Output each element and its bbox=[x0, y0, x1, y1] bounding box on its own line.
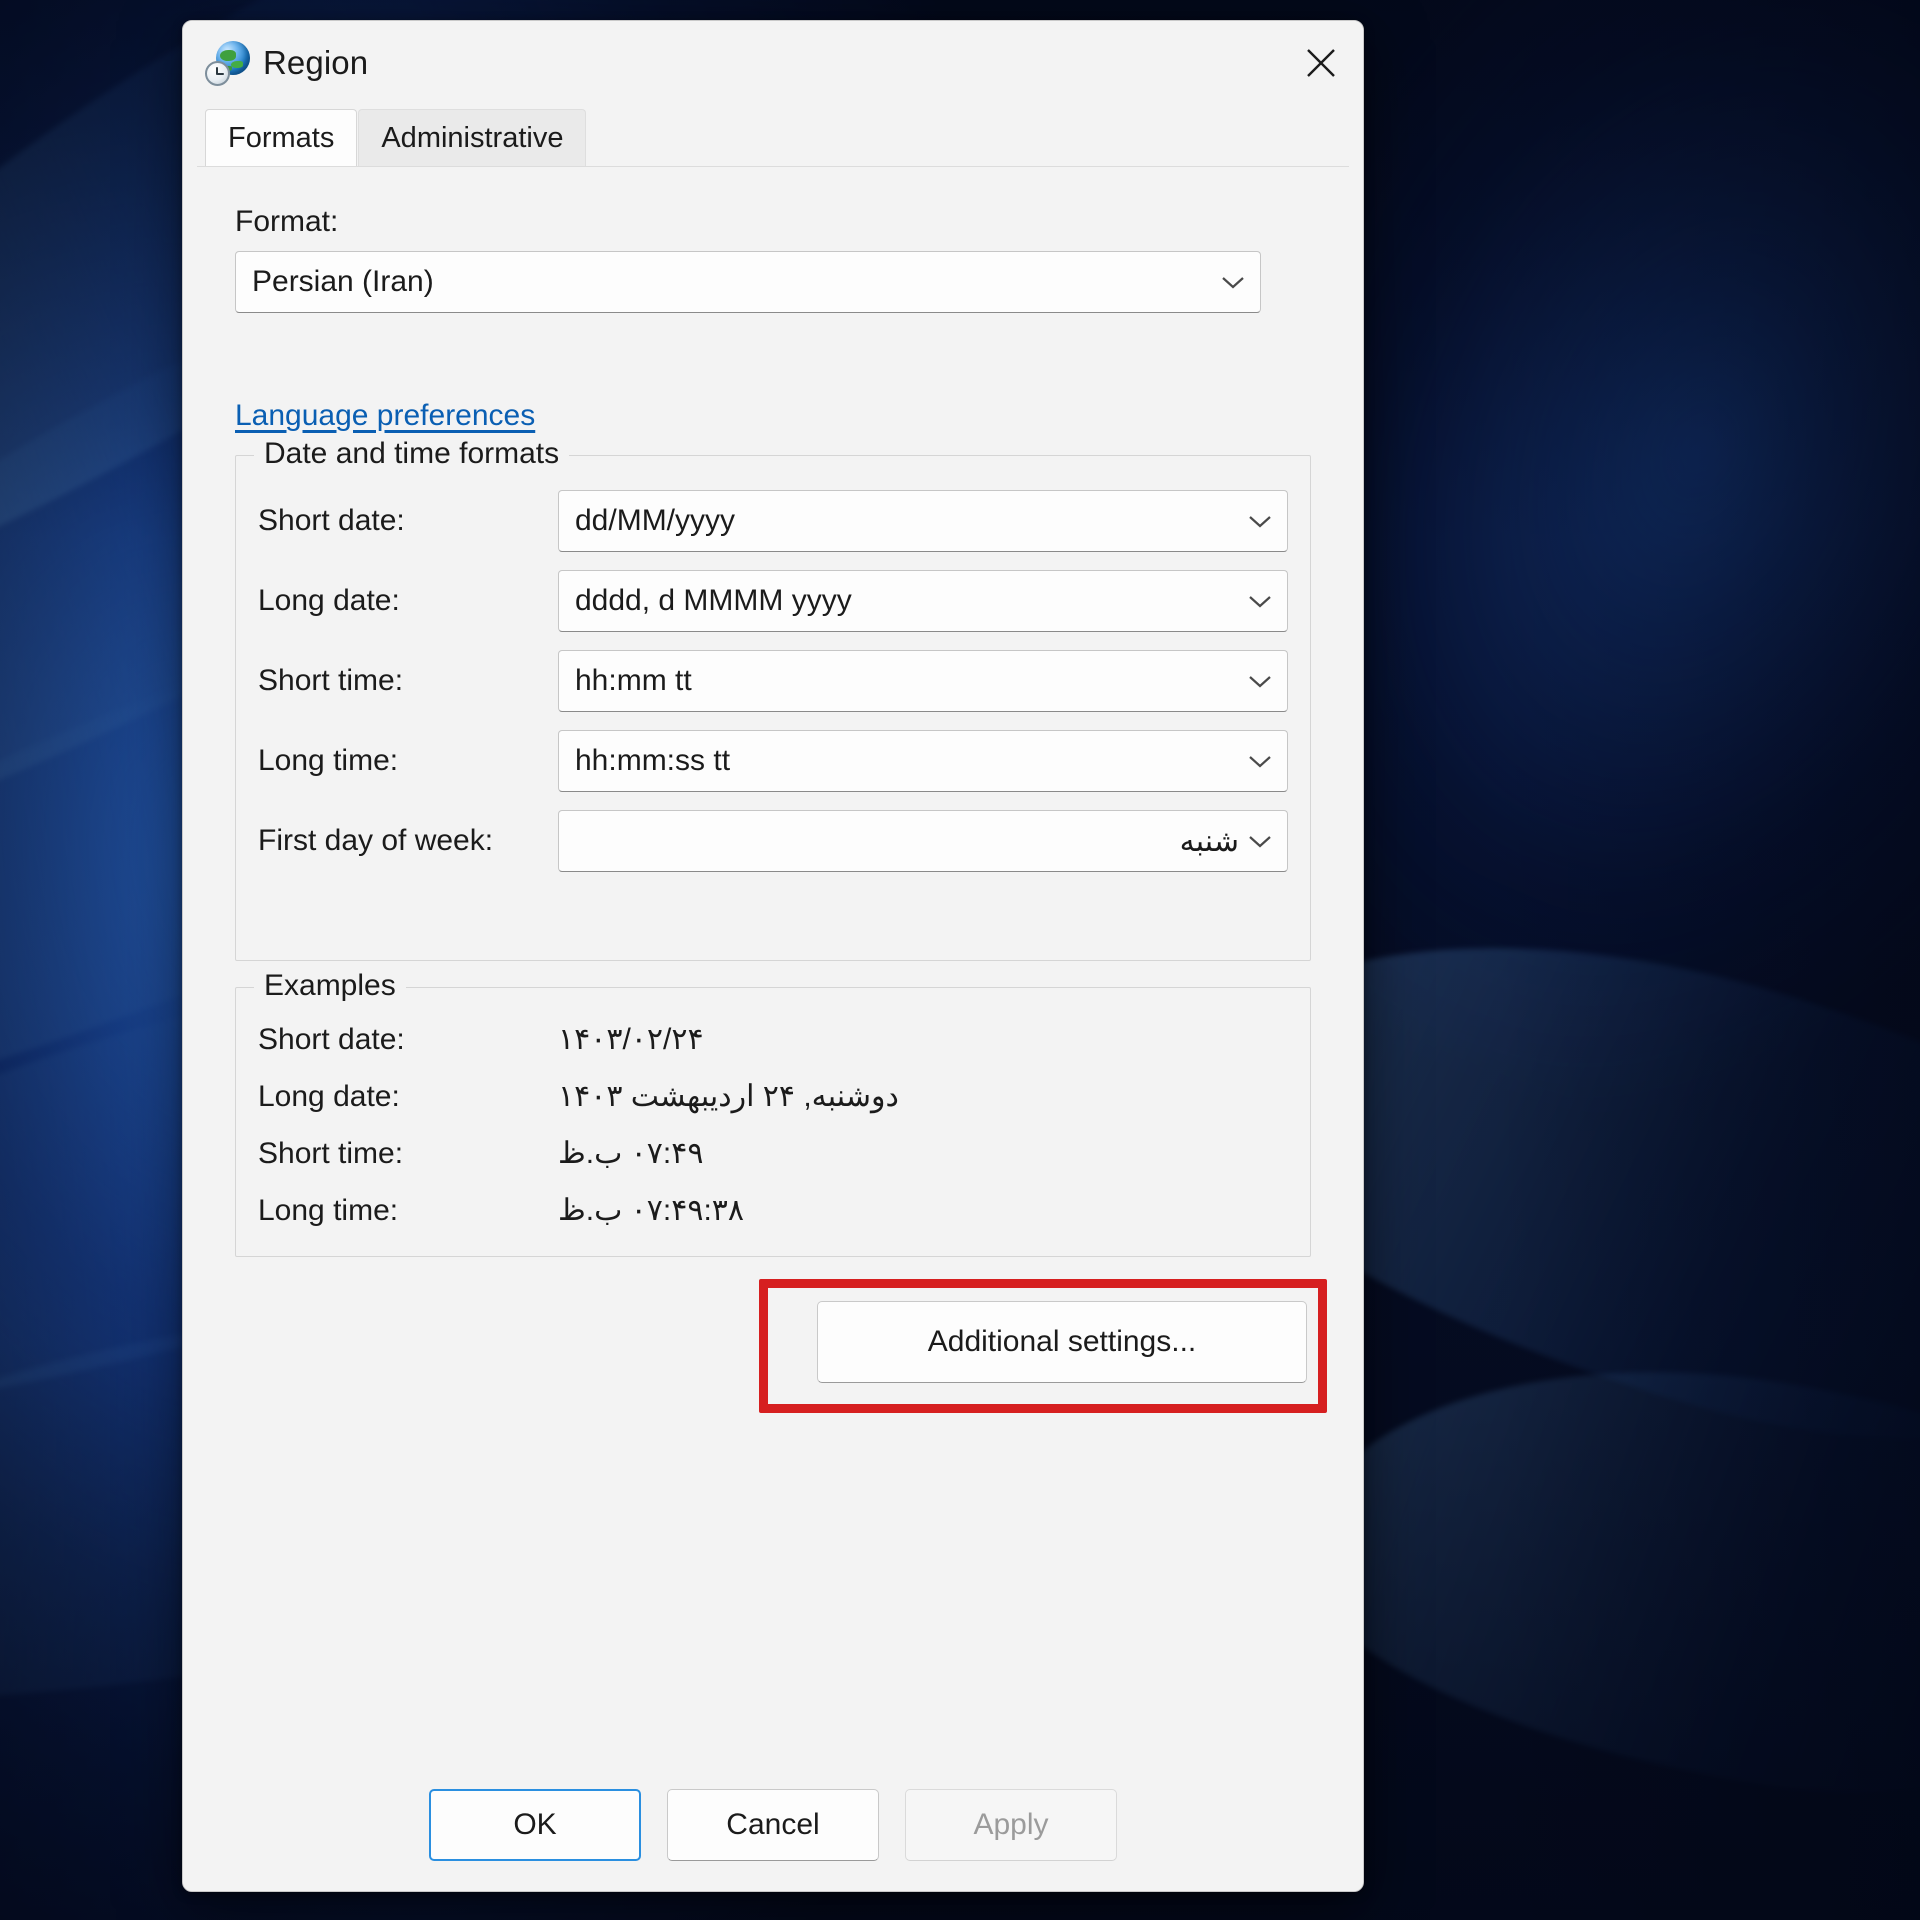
row-first-day-of-week: First day of week: شنبه bbox=[258, 810, 1288, 872]
examples-group: Examples Short date: ۱۴۰۳/۰۲/۲۴ Long dat… bbox=[235, 987, 1311, 1257]
formats-tab-page: Format: Persian (Iran) Language preferen… bbox=[197, 166, 1349, 1755]
long-time-value: hh:mm:ss tt bbox=[575, 744, 730, 778]
close-icon[interactable] bbox=[1279, 21, 1363, 105]
long-time-combobox[interactable]: hh:mm:ss tt bbox=[558, 730, 1288, 792]
first-day-of-week-value: شنبه bbox=[575, 824, 1239, 859]
additional-settings-button[interactable]: Additional settings... bbox=[817, 1301, 1307, 1383]
short-date-label: Short date: bbox=[258, 504, 558, 538]
short-time-value: hh:mm tt bbox=[575, 664, 692, 698]
examples-group-title: Examples bbox=[254, 969, 406, 1003]
tab-strip: Formats Administrative bbox=[183, 109, 1363, 166]
window-title: Region bbox=[263, 44, 368, 82]
apply-button: Apply bbox=[905, 1789, 1117, 1861]
title-bar: Region bbox=[183, 21, 1363, 105]
format-combobox-value: Persian (Iran) bbox=[252, 265, 434, 299]
short-date-combobox[interactable]: dd/MM/yyyy bbox=[558, 490, 1288, 552]
example-short-date-value: ۱۴۰۳/۰۲/۲۴ bbox=[558, 1022, 704, 1057]
chevron-down-icon bbox=[1247, 748, 1273, 774]
format-combobox[interactable]: Persian (Iran) bbox=[235, 251, 1261, 313]
tab-administrative[interactable]: Administrative bbox=[358, 109, 586, 166]
long-time-label: Long time: bbox=[258, 744, 558, 778]
example-short-date: Short date: ۱۴۰۳/۰۲/۲۴ bbox=[258, 1022, 1288, 1057]
long-date-combobox[interactable]: dddd, d MMMM yyyy bbox=[558, 570, 1288, 632]
example-long-date: Long date: دوشنبه, ۲۴ اردیبهشت ۱۴۰۳ bbox=[258, 1079, 1288, 1114]
short-time-label: Short time: bbox=[258, 664, 558, 698]
example-long-time-value: ۰۷:۴۹:۳۸ ب.ظ bbox=[558, 1193, 744, 1228]
row-short-date: Short date: dd/MM/yyyy bbox=[258, 490, 1288, 552]
example-short-date-label: Short date: bbox=[258, 1023, 558, 1057]
region-dialog-window: Region Formats Administrative Format: Pe… bbox=[182, 20, 1364, 1892]
example-long-date-value: دوشنبه, ۲۴ اردیبهشت ۱۴۰۳ bbox=[558, 1079, 899, 1114]
chevron-down-icon bbox=[1220, 269, 1246, 295]
first-day-of-week-label: First day of week: bbox=[258, 824, 558, 858]
dialog-button-bar: OK Cancel Apply bbox=[183, 1755, 1363, 1891]
example-short-time: Short time: ۰۷:۴۹ ب.ظ bbox=[258, 1136, 1288, 1171]
additional-settings-row: Additional settings... bbox=[235, 1301, 1311, 1383]
chevron-down-icon bbox=[1247, 588, 1273, 614]
example-long-date-label: Long date: bbox=[258, 1080, 558, 1114]
wallpaper-ribbon bbox=[1274, 1312, 1920, 1848]
row-long-date: Long date: dddd, d MMMM yyyy bbox=[258, 570, 1288, 632]
example-short-time-label: Short time: bbox=[258, 1137, 558, 1171]
example-long-time: Long time: ۰۷:۴۹:۳۸ ب.ظ bbox=[258, 1193, 1288, 1228]
chevron-down-icon bbox=[1247, 668, 1273, 694]
first-day-of-week-combobox[interactable]: شنبه bbox=[558, 810, 1288, 872]
example-long-time-label: Long time: bbox=[258, 1194, 558, 1228]
region-globe-clock-icon bbox=[205, 40, 251, 86]
short-time-combobox[interactable]: hh:mm tt bbox=[558, 650, 1288, 712]
ok-button[interactable]: OK bbox=[429, 1789, 641, 1861]
row-short-time: Short time: hh:mm tt bbox=[258, 650, 1288, 712]
example-short-time-value: ۰۷:۴۹ ب.ظ bbox=[558, 1136, 703, 1171]
desktop-wallpaper: Region Formats Administrative Format: Pe… bbox=[0, 0, 1920, 1920]
format-label: Format: bbox=[235, 205, 1311, 239]
chevron-down-icon bbox=[1247, 828, 1273, 854]
short-date-value: dd/MM/yyyy bbox=[575, 504, 735, 538]
chevron-down-icon bbox=[1247, 508, 1273, 534]
tab-formats[interactable]: Formats bbox=[205, 109, 357, 166]
long-date-value: dddd, d MMMM yyyy bbox=[575, 584, 852, 618]
row-long-time: Long time: hh:mm:ss tt bbox=[258, 730, 1288, 792]
date-time-formats-group: Date and time formats Short date: dd/MM/… bbox=[235, 455, 1311, 961]
cancel-button[interactable]: Cancel bbox=[667, 1789, 879, 1861]
long-date-label: Long date: bbox=[258, 584, 558, 618]
language-preferences-link[interactable]: Language preferences bbox=[235, 399, 535, 433]
date-time-formats-group-title: Date and time formats bbox=[254, 437, 569, 471]
